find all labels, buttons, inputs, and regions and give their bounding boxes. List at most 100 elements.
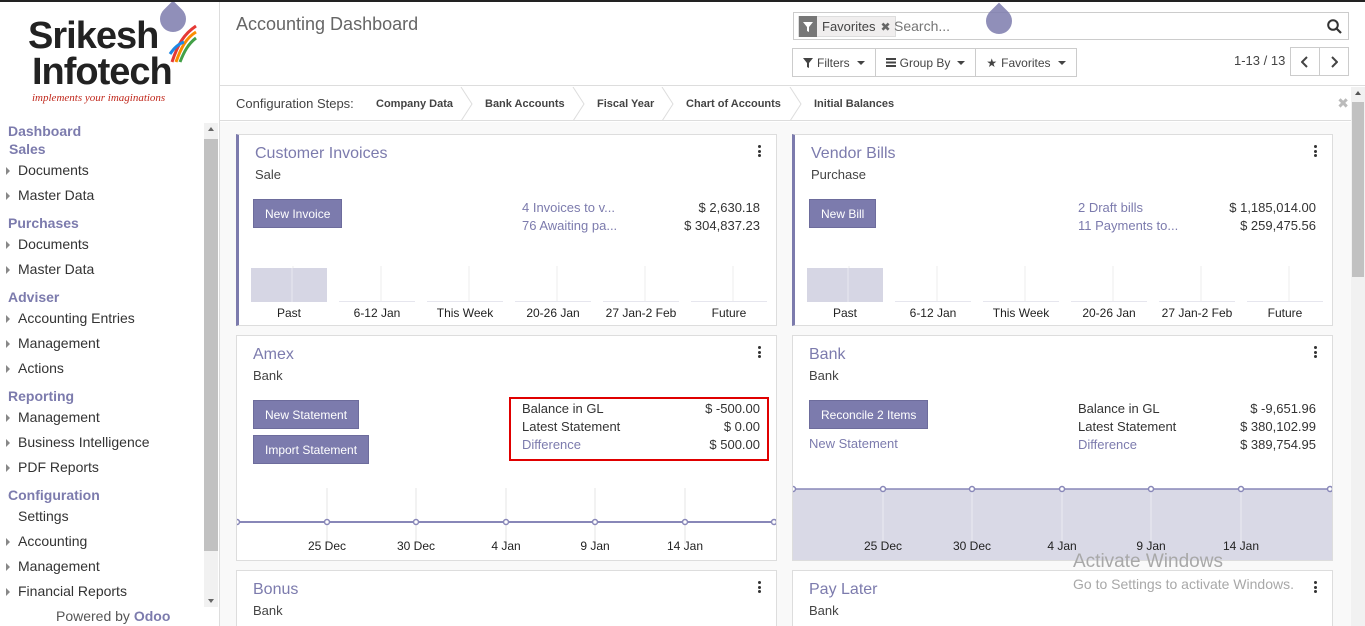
facet-remove-icon[interactable]: ✖ — [880, 20, 894, 34]
sidebar-item-label: Actions — [18, 360, 64, 376]
sidebar-item-label: Business Intelligence — [18, 434, 150, 450]
step-initial-balances[interactable]: Initial Balances — [814, 98, 894, 110]
powered-by: Powered by Odoo — [56, 608, 170, 624]
new-invoice-button[interactable]: New Invoice — [253, 199, 343, 228]
sidebar-section-dashboard[interactable]: Dashboard — [0, 122, 204, 140]
close-icon[interactable]: ✖ — [1337, 95, 1349, 112]
import-statement-button[interactable]: Import Statement — [253, 435, 370, 464]
group-by-button[interactable]: Group By — [874, 48, 977, 77]
new-statement-button[interactable]: New Statement — [253, 400, 360, 429]
awaiting-payment-link[interactable]: 76 Awaiting pa... — [522, 218, 617, 233]
step-chart-of-accounts[interactable]: Chart of Accounts — [686, 98, 781, 110]
favorites-facet[interactable]: Favorites ✖ — [798, 16, 896, 37]
sidebar-scrollbar[interactable] — [204, 123, 218, 607]
vendor-bills-bar-chart[interactable]: Past 6-12 Jan This Week 20-26 Jan 27 Jan-2 F… — [805, 266, 1333, 324]
sidebar-scroll-thumb[interactable] — [204, 139, 218, 551]
latest-statement-amount: $ 380,102.99 — [1240, 419, 1316, 434]
difference-link[interactable]: Difference — [522, 437, 581, 452]
sidebar-section-purchases[interactable]: Purchases — [0, 214, 204, 232]
sidebar-item-label: Documents — [18, 162, 89, 178]
awaiting-payment-amount: $ 304,837.23 — [684, 218, 760, 233]
control-panel: Accounting Dashboard Favorites ✖ Filters… — [220, 2, 1365, 86]
filters-button[interactable]: Filters — [792, 48, 876, 77]
customer-invoices-bar-chart[interactable]: Past 6-12 Jan This Week 20-26 Jan 27 Jan-2 F… — [249, 266, 777, 324]
card-title[interactable]: Bonus — [253, 581, 298, 599]
chart-bar — [427, 301, 503, 302]
group-by-label: Group By — [899, 55, 951, 70]
sidebar-item-management[interactable]: Management — [0, 405, 204, 430]
pager-next-button[interactable] — [1319, 47, 1349, 76]
search-input[interactable] — [894, 17, 1294, 35]
card-title[interactable]: Bank — [809, 346, 845, 364]
card-title[interactable]: Vendor Bills — [811, 145, 896, 163]
sidebar-section-adviser[interactable]: Adviser — [0, 288, 204, 306]
chart-tick-label: 20-26 Jan — [526, 306, 579, 320]
sidebar-item-documents[interactable]: Documents — [0, 158, 204, 183]
sidebar-item-financial-reports[interactable]: Financial Reports — [0, 579, 204, 604]
chart-bar — [983, 301, 1059, 302]
chart-bar — [1247, 301, 1323, 302]
invoices-to-validate-link[interactable]: 4 Invoices to v... — [522, 200, 615, 215]
kebab-menu-icon[interactable] — [1314, 346, 1318, 358]
bonus-card: Bonus Bank — [236, 570, 777, 626]
sidebar-item-management[interactable]: Management — [0, 554, 204, 579]
kebab-menu-icon[interactable] — [758, 145, 762, 157]
card-subtitle: Bank — [253, 603, 283, 618]
odoo-link[interactable]: Odoo — [134, 608, 171, 624]
sidebar-item-settings[interactable]: Settings — [0, 504, 204, 529]
caret-right-icon — [6, 241, 10, 249]
new-bill-button[interactable]: New Bill — [809, 199, 877, 228]
chart-bar — [515, 301, 591, 302]
configuration-steps: Configuration Steps: Company Data Bank A… — [220, 87, 1351, 121]
sidebar-item-accounting-entries[interactable]: Accounting Entries — [0, 306, 204, 331]
kebab-menu-icon[interactable] — [758, 581, 762, 593]
card-title[interactable]: Customer Invoices — [255, 145, 388, 163]
card-title[interactable]: Amex — [253, 346, 294, 364]
main-scrollbar[interactable] — [1351, 87, 1365, 626]
kebab-menu-icon[interactable] — [758, 346, 762, 358]
amex-line-chart[interactable]: 25 Dec 30 Dec 4 Jan 9 Jan 14 Jan — [237, 484, 776, 560]
search-icon[interactable] — [1327, 19, 1342, 37]
sidebar-item-documents[interactable]: Documents — [0, 232, 204, 257]
sidebar-item-business-intelligence[interactable]: Business Intelligence — [0, 430, 204, 455]
caret-right-icon — [6, 414, 10, 422]
filters-label: Filters — [817, 55, 850, 70]
sidebar-section-reporting[interactable]: Reporting — [0, 387, 204, 405]
sidebar-item-pdf-reports[interactable]: PDF Reports — [0, 455, 204, 480]
draft-bills-link[interactable]: 2 Draft bills — [1078, 200, 1143, 215]
payments-to-make-amount: $ 259,475.56 — [1240, 218, 1316, 233]
sidebar-item-master-data[interactable]: Master Data — [0, 257, 204, 282]
chart-point — [1237, 485, 1245, 493]
step-bank-accounts[interactable]: Bank Accounts — [485, 98, 565, 110]
funnel-icon — [803, 57, 813, 68]
sidebar-item-master-data[interactable]: Master Data — [0, 183, 204, 208]
chart-point — [1058, 485, 1066, 493]
sidebar-section-sales[interactable]: Sales — [0, 140, 204, 158]
chart-point — [1326, 485, 1332, 493]
favorites-button[interactable]: ★ Favorites — [975, 48, 1077, 77]
sidebar-section-configuration[interactable]: Configuration — [0, 486, 204, 504]
chart-bar — [691, 301, 767, 302]
main-scroll-thumb[interactable] — [1352, 102, 1364, 277]
pager-previous-button[interactable] — [1290, 47, 1320, 76]
pager-value[interactable]: 1-13 / 13 — [1234, 53, 1285, 68]
kebab-menu-icon[interactable] — [1314, 145, 1318, 157]
sidebar-item-management[interactable]: Management — [0, 331, 204, 356]
bank-area-chart[interactable]: 25 Dec 30 Dec 4 Jan 9 Jan 14 Jan — [793, 484, 1332, 560]
sidebar-item-actions[interactable]: Actions — [0, 356, 204, 381]
page-title: Accounting Dashboard — [236, 14, 419, 34]
new-statement-link[interactable]: New Statement — [809, 436, 898, 451]
reconcile-items-button[interactable]: Reconcile 2 Items — [809, 400, 929, 429]
step-fiscal-year[interactable]: Fiscal Year — [597, 98, 654, 110]
bars-icon — [885, 58, 896, 67]
search-bar[interactable]: Favorites ✖ — [793, 12, 1349, 40]
caret-right-icon — [6, 340, 10, 348]
card-title[interactable]: Pay Later — [809, 581, 877, 599]
sidebar-item-accounting[interactable]: Accounting — [0, 529, 204, 554]
kebab-menu-icon[interactable] — [1314, 581, 1318, 593]
step-company-data[interactable]: Company Data — [376, 98, 453, 110]
difference-link[interactable]: Difference — [1078, 437, 1137, 452]
caret-right-icon — [6, 315, 10, 323]
payments-to-make-link[interactable]: 11 Payments to... — [1078, 218, 1178, 233]
chart-tick-label: 9 Jan — [580, 539, 609, 553]
